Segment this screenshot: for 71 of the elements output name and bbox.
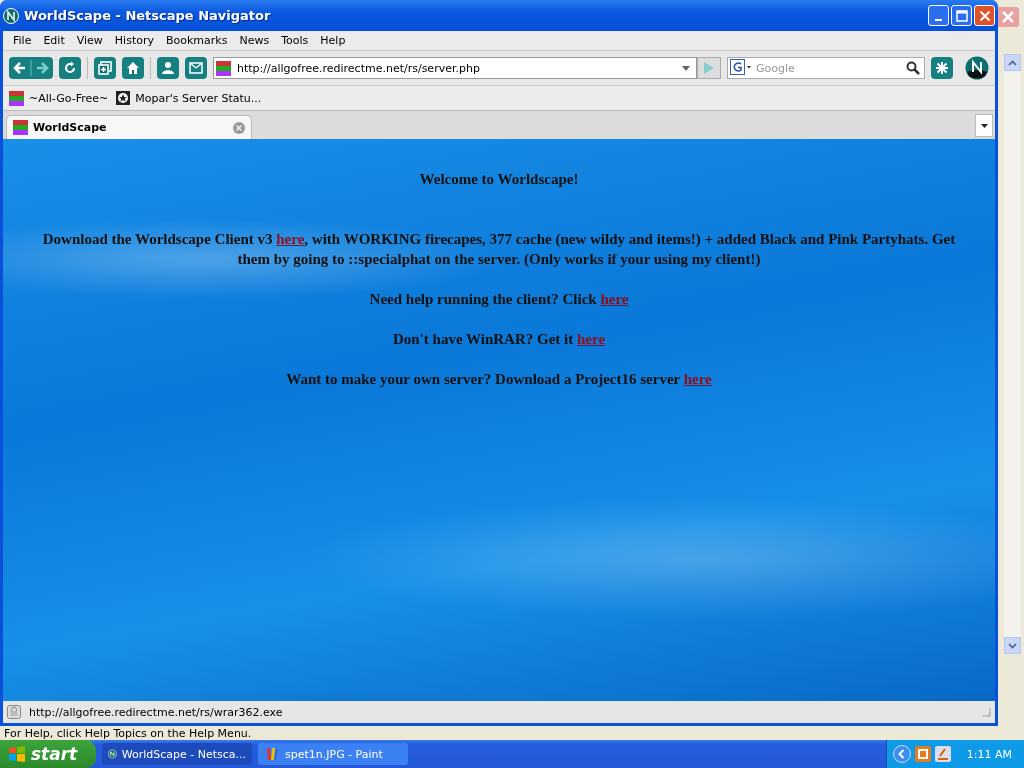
maximize-button[interactable]: [951, 5, 972, 26]
clock: 1:11 AM: [966, 747, 1012, 761]
bookmark-link[interactable]: Mopar's Server Statu...: [116, 91, 262, 105]
bookmark-link[interactable]: ~All-Go-Free~: [9, 90, 109, 106]
site-icon: [216, 60, 231, 76]
tab-list-button[interactable]: [975, 114, 993, 137]
menu-item[interactable]: Tools: [275, 34, 315, 47]
page-text: Welcome to Worldscape!: [418, 170, 580, 189]
mail-button[interactable]: [185, 57, 207, 79]
netscape-logo-icon: [3, 7, 19, 24]
chevron-down-icon: [1008, 642, 1017, 649]
back-forward-button[interactable]: [9, 57, 53, 79]
reload-icon: [63, 61, 77, 75]
home-icon: [126, 61, 140, 75]
reload-button[interactable]: [59, 57, 81, 79]
paint-brushes-icon: [264, 746, 280, 762]
search-icon[interactable]: [906, 61, 920, 75]
status-text: For Help, click Help Topics on the Help Menu.: [4, 727, 252, 740]
page-text: Download the Worldscape Client v3 here, with WORKING firecapes, 377 cache (new wildy and items!) + added Black and Pink Partyhats. Get them by going to ::specialphat on the server. (Only works if your using my client!): [41, 230, 957, 269]
person-button[interactable]: [157, 57, 179, 79]
site-icon: [9, 90, 24, 106]
menu-item[interactable]: Edit: [37, 34, 71, 47]
window-title: WorldScape - Netscape Navigator: [24, 8, 272, 23]
menu-item[interactable]: View: [70, 34, 109, 47]
tray-app-icon[interactable]: [914, 746, 931, 762]
menu-item[interactable]: News: [233, 34, 276, 47]
play-icon: [703, 61, 715, 75]
home-button[interactable]: [122, 57, 144, 79]
status-text: http://allgofree.redirectme.net/rs/wrar362.exe: [29, 705, 284, 719]
asterisk-button[interactable]: [931, 57, 953, 79]
close-icon: [978, 9, 991, 22]
page-text: Need help running the client? Click here: [368, 290, 630, 309]
menu-item[interactable]: Bookmarks: [160, 34, 234, 47]
arrows-icon: [11, 58, 51, 78]
close-button[interactable]: [974, 5, 995, 26]
menu-item[interactable]: History: [108, 34, 160, 47]
chevron-left-icon[interactable]: [892, 745, 911, 763]
caret-icon: [980, 123, 988, 128]
new-tab-button[interactable]: [94, 57, 116, 79]
tray-tool-icon[interactable]: [934, 746, 951, 762]
chevron-up-icon: [1008, 59, 1017, 66]
scroll-up-button[interactable]: [1004, 54, 1021, 71]
netscape-logo-icon: [108, 746, 117, 762]
new-tab-icon: [98, 61, 112, 75]
close-icon: [1002, 11, 1014, 23]
minimize-icon: [935, 18, 942, 21]
mail-icon: [189, 61, 203, 75]
site-icon: [13, 120, 28, 135]
asterisk-icon: [935, 61, 949, 75]
start-button[interactable]: start: [0, 740, 96, 768]
search-engine-icon[interactable]: [730, 58, 752, 75]
taskbar-button[interactable]: spet1n.JPG - Paint: [258, 743, 408, 765]
maximize-icon: [955, 9, 968, 22]
minimize-button[interactable]: [928, 5, 949, 26]
security-icon: [7, 705, 21, 719]
windows-logo-icon: [8, 745, 26, 763]
menu-item[interactable]: File: [7, 34, 38, 47]
page-text: Don't have WinRAR? Get it here: [391, 330, 607, 349]
close-tab-icon[interactable]: [233, 121, 245, 134]
taskbar-button[interactable]: WorldScape - Netsca...: [102, 743, 252, 765]
star-icon: [116, 91, 131, 105]
menu-item[interactable]: Help: [314, 34, 352, 47]
close-button[interactable]: [997, 7, 1019, 27]
netscape-logo-icon[interactable]: [965, 56, 989, 80]
browser-tab[interactable]: WorldScape: [6, 115, 252, 139]
page-text: Want to make your own server? Download a Project16 server here: [285, 370, 713, 389]
dropdown-icon[interactable]: [682, 65, 690, 71]
scroll-down-button[interactable]: [1004, 637, 1021, 654]
person-icon: [161, 61, 175, 75]
address-field[interactable]: http://allgofree.redirectme.net/rs/server.php: [213, 57, 697, 79]
resize-grip-icon[interactable]: [981, 707, 991, 717]
